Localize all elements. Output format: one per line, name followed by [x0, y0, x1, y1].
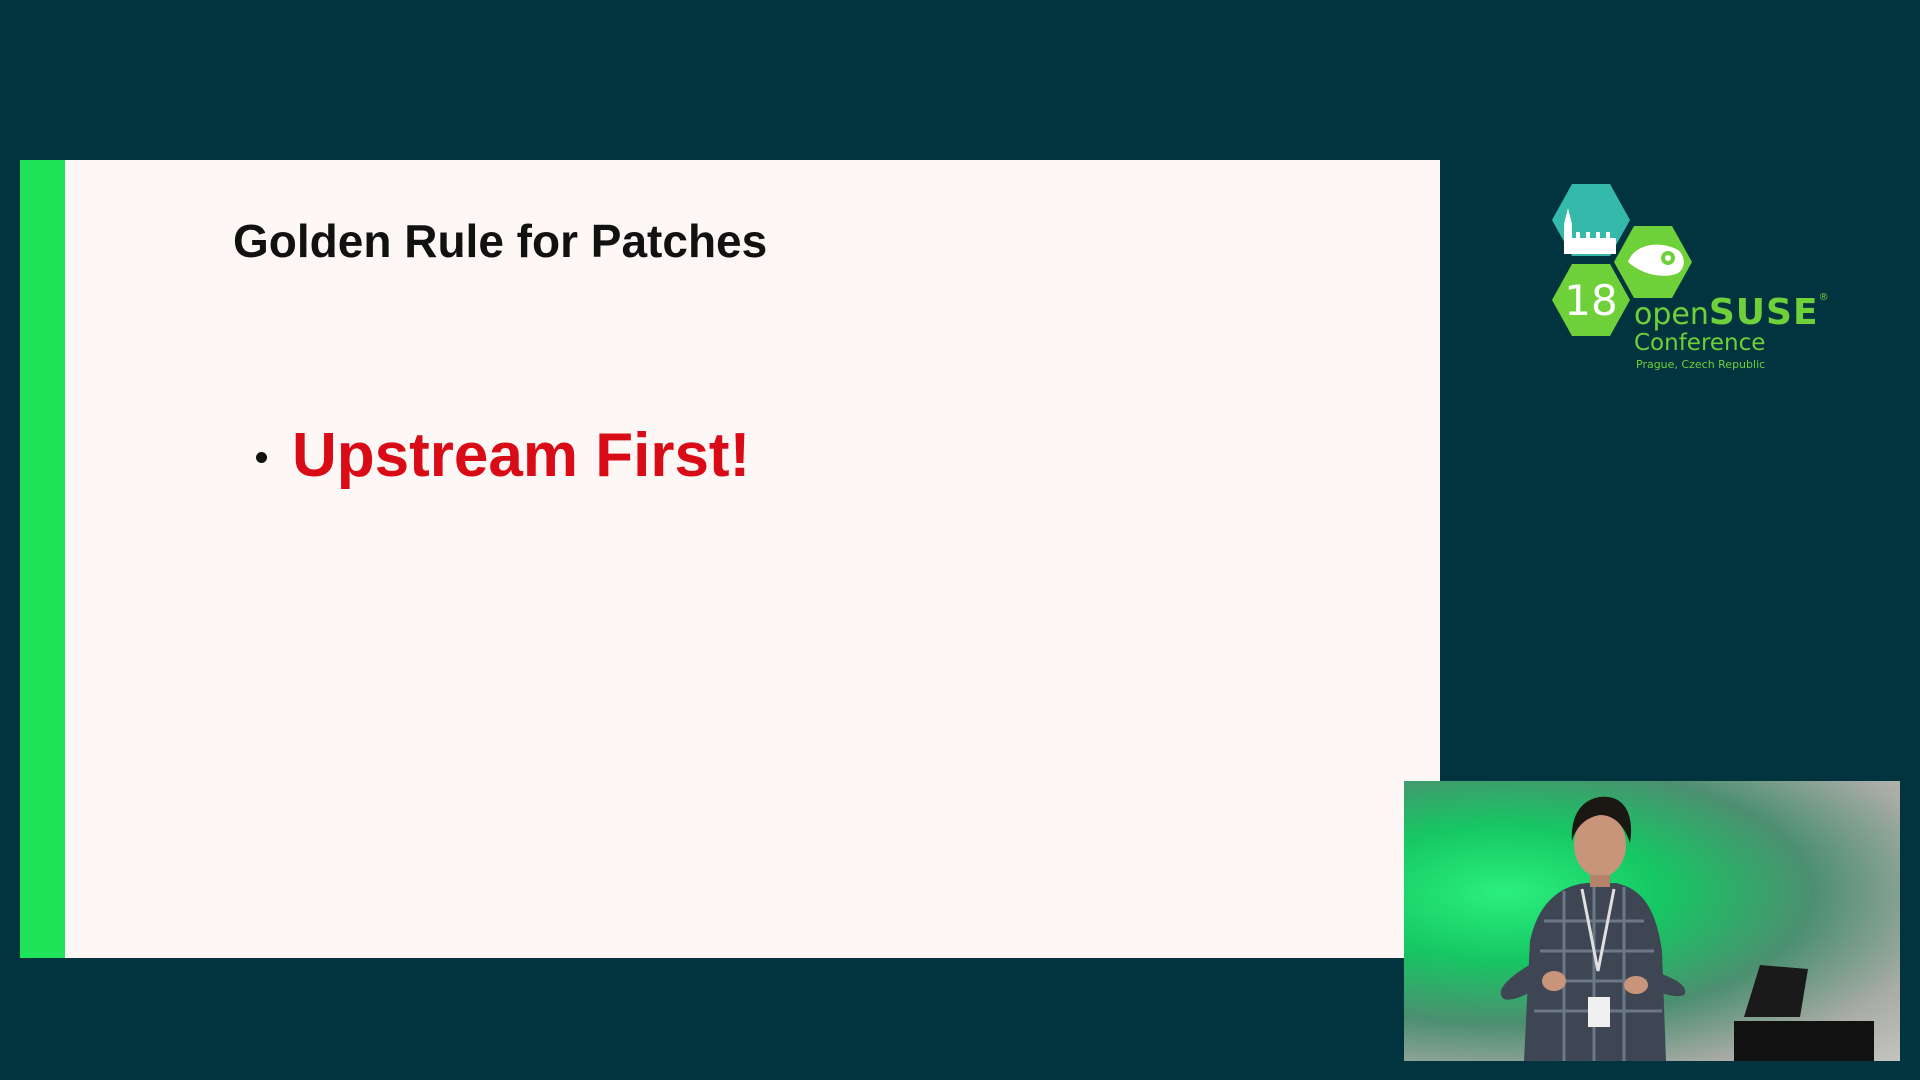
presentation-slide: Golden Rule for Patches Upstream First!: [20, 160, 1440, 958]
slide-title: Golden Rule for Patches: [233, 215, 768, 267]
logo-location: Prague, Czech Republic: [1636, 358, 1766, 371]
bullet-text: Upstream First!: [292, 421, 751, 490]
conference-logo: 18 openSUSE® Conference Prague, Czech Re…: [1548, 180, 1848, 380]
logo-subtitle: Conference: [1634, 330, 1766, 356]
speaker-video: [1404, 781, 1900, 1061]
logo-brand-open: open: [1634, 297, 1709, 332]
speaker-video-feed-icon: [1500, 796, 1874, 1061]
slide-accent-bar: [20, 160, 65, 958]
logo-brand-suse: SUSE: [1708, 292, 1819, 333]
logo-brand: openSUSE®: [1634, 292, 1829, 333]
bullet-item: Upstream First!: [256, 420, 750, 491]
bullet-dot-icon: [256, 452, 267, 463]
logo-edition-number: 18: [1564, 276, 1618, 325]
video-frame: Golden Rule for Patches Upstream First!: [0, 0, 1920, 1080]
logo-registered-mark: ®: [1818, 292, 1829, 303]
